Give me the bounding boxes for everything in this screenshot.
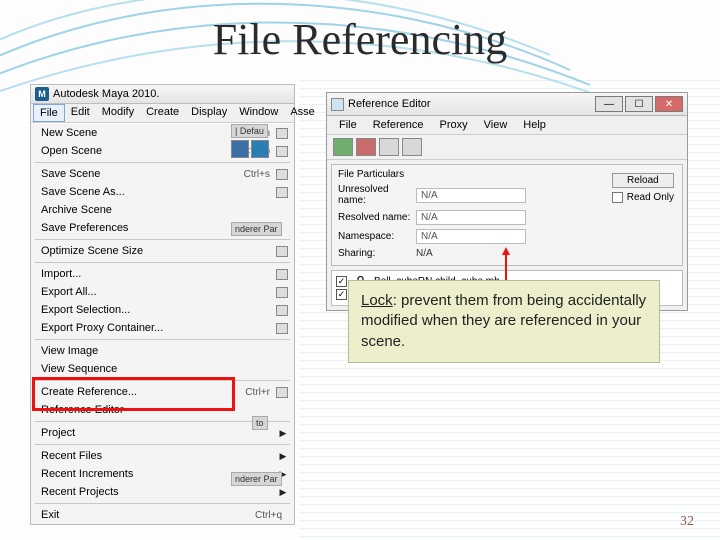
menu-separator — [35, 162, 290, 163]
reference-checkbox[interactable]: ✓ — [336, 289, 347, 300]
shelf-button-icon[interactable] — [231, 140, 249, 158]
reference-editor-menubar: File Reference Proxy View Help — [327, 116, 687, 135]
menu-modify[interactable]: Modify — [96, 104, 140, 122]
callout-note: Lock: prevent them from being accidental… — [348, 280, 660, 363]
maya-titlebar: M Autodesk Maya 2010. — [31, 85, 294, 104]
resolved-name-label: Resolved name: — [338, 212, 416, 223]
option-box-icon[interactable] — [276, 305, 288, 316]
partial-ui-fragment: | Defau — [231, 124, 268, 138]
ref-menu-proxy[interactable]: Proxy — [432, 117, 476, 133]
sharing-value: N/A — [416, 248, 433, 259]
sharing-label: Sharing: — [338, 248, 416, 259]
namespace-label: Namespace: — [338, 231, 416, 242]
maya-file-dropdown: New SceneCtrl+n Open SceneCtrl+o Save Sc… — [31, 123, 294, 524]
submenu-arrow-icon: ▶ — [278, 428, 288, 439]
shelf-button-icon[interactable] — [251, 140, 269, 158]
menu-item-archive-scene[interactable]: Archive Scene — [31, 201, 294, 219]
reload-button[interactable]: Reload — [612, 173, 674, 188]
load-ref-button[interactable] — [333, 138, 353, 156]
unload-ref-button[interactable] — [356, 138, 376, 156]
read-only-label: Read Only — [627, 192, 674, 203]
option-box-icon[interactable] — [276, 187, 288, 198]
close-button[interactable]: ✕ — [655, 96, 683, 112]
file-particulars-legend: File Particulars — [338, 169, 404, 180]
ref-menu-reference[interactable]: Reference — [365, 117, 432, 133]
reference-editor-window: Reference Editor — ☐ ✕ File Reference Pr… — [326, 92, 688, 311]
ref-menu-view[interactable]: View — [476, 117, 516, 133]
menu-display[interactable]: Display — [185, 104, 233, 122]
option-box-icon[interactable] — [276, 323, 288, 334]
namespace-field[interactable]: N/A — [416, 229, 526, 244]
reference-editor-titlebar: Reference Editor — ☐ ✕ — [327, 93, 687, 116]
partial-ui-fragment: to — [252, 416, 268, 430]
refresh-ref-button[interactable] — [379, 138, 399, 156]
menu-window[interactable]: Window — [233, 104, 284, 122]
read-only-checkbox[interactable] — [612, 192, 623, 203]
menu-edit[interactable]: Edit — [65, 104, 96, 122]
menu-item-export-all[interactable]: Export All... — [31, 283, 294, 301]
option-box-icon[interactable] — [276, 128, 288, 139]
menu-separator — [35, 239, 290, 240]
minimize-button[interactable]: — — [595, 96, 623, 112]
reference-checkbox[interactable]: ✓ — [336, 276, 347, 287]
unresolved-name-label: Unresolved name: — [338, 184, 416, 206]
page-number: 32 — [680, 514, 694, 530]
reference-editor-title: Reference Editor — [348, 98, 431, 110]
menu-item-create-reference[interactable]: Create Reference...Ctrl+r — [31, 383, 294, 401]
window-icon — [331, 98, 344, 111]
reference-editor-toolbar — [327, 135, 687, 160]
menu-item-export-selection[interactable]: Export Selection... — [31, 301, 294, 319]
callout-text: : prevent them from being accidentally m… — [361, 292, 646, 350]
menu-item-save-scene-as[interactable]: Save Scene As... — [31, 183, 294, 201]
menu-separator — [35, 380, 290, 381]
submenu-arrow-icon: ▶ — [278, 451, 288, 462]
partial-shelf — [231, 140, 269, 158]
menu-item-optimize-scene[interactable]: Optimize Scene Size — [31, 242, 294, 260]
menu-create[interactable]: Create — [140, 104, 185, 122]
menu-separator — [35, 262, 290, 263]
option-box-icon[interactable] — [276, 387, 288, 398]
menu-file[interactable]: File — [33, 104, 65, 122]
unresolved-name-field[interactable]: N/A — [416, 188, 526, 203]
menu-separator — [35, 444, 290, 445]
callout-lock-word: Lock — [361, 292, 393, 309]
menu-separator — [35, 503, 290, 504]
maya-logo-icon: M — [35, 87, 49, 101]
file-particulars-panel: File Particulars Unresolved name: N/A Re… — [331, 164, 683, 266]
option-box-icon[interactable] — [276, 287, 288, 298]
menu-separator — [35, 339, 290, 340]
menu-item-view-image[interactable]: View Image — [31, 342, 294, 360]
partial-ui-fragment: nderer Par — [231, 222, 282, 236]
maya-title: Autodesk Maya 2010. — [53, 88, 159, 100]
option-box-icon[interactable] — [276, 269, 288, 280]
menu-item-recent-files[interactable]: Recent Files▶ — [31, 447, 294, 465]
menu-item-save-scene[interactable]: Save SceneCtrl+s — [31, 165, 294, 183]
resolved-name-field[interactable]: N/A — [416, 210, 526, 225]
ref-menu-help[interactable]: Help — [515, 117, 554, 133]
menu-truncated[interactable]: Asse — [284, 104, 320, 122]
option-box-icon[interactable] — [276, 146, 288, 157]
slide-title: File Referencing — [0, 14, 720, 65]
option-box-icon[interactable] — [276, 169, 288, 180]
lock-ref-button[interactable] — [402, 138, 422, 156]
ref-menu-file[interactable]: File — [331, 117, 365, 133]
menu-item-view-sequence[interactable]: View Sequence — [31, 360, 294, 378]
menu-item-exit[interactable]: ExitCtrl+q — [31, 506, 294, 524]
partial-ui-fragment: nderer Par — [231, 472, 282, 486]
maximize-button[interactable]: ☐ — [625, 96, 653, 112]
menu-item-export-proxy[interactable]: Export Proxy Container... — [31, 319, 294, 337]
maya-menubar: File Edit Modify Create Display Window A… — [31, 104, 294, 123]
option-box-icon[interactable] — [276, 246, 288, 257]
submenu-arrow-icon: ▶ — [278, 487, 288, 498]
menu-item-import[interactable]: Import... — [31, 265, 294, 283]
